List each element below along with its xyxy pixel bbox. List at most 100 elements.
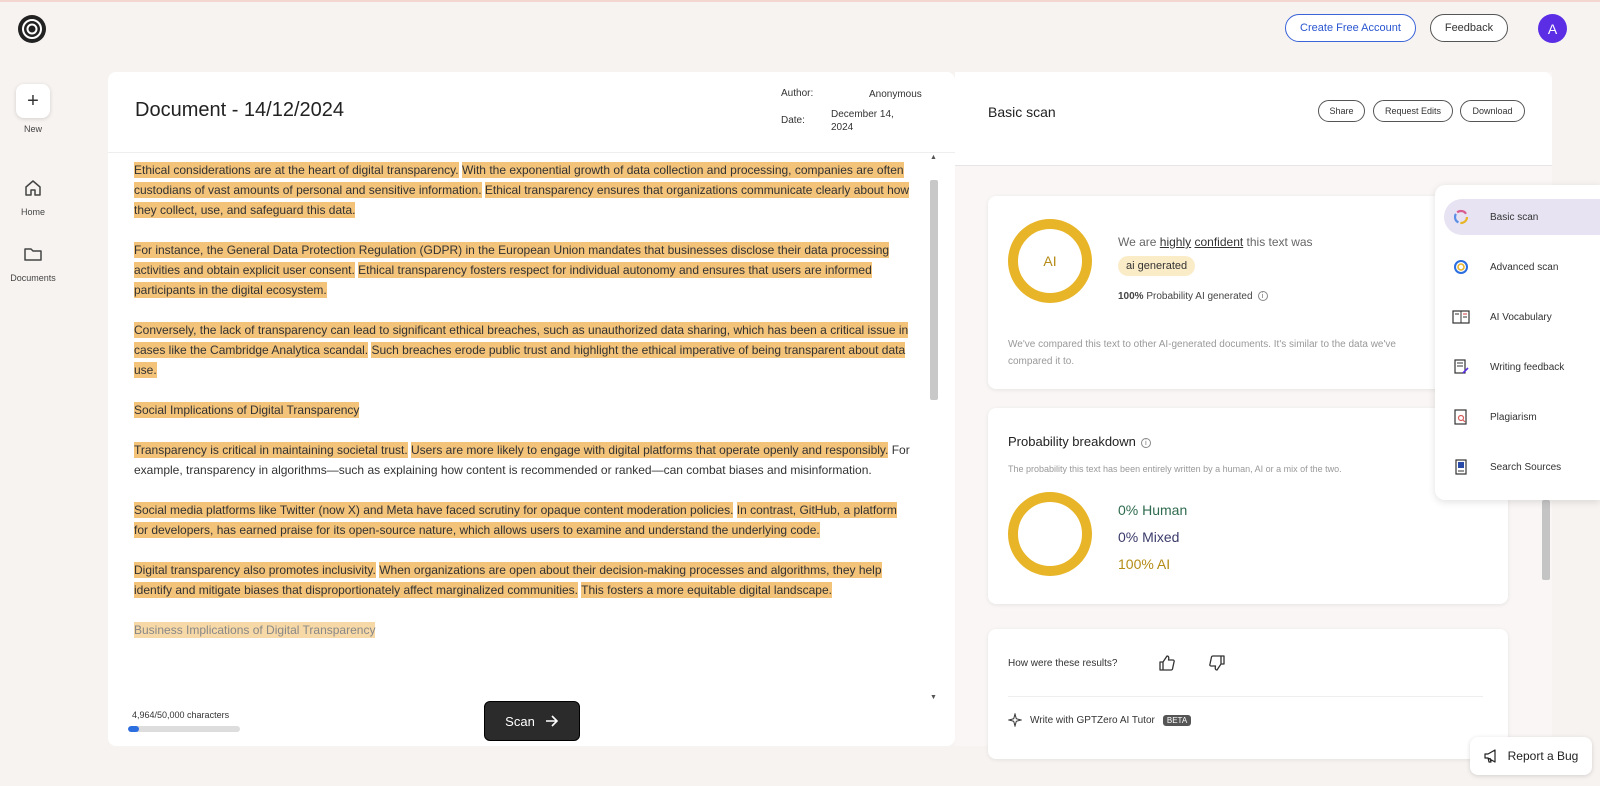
avatar[interactable]: A (1538, 14, 1567, 43)
date-value-line-1: December 14, (831, 109, 894, 120)
plagiarism-icon (1452, 408, 1470, 426)
thumbs-down-icon[interactable] (1208, 654, 1226, 672)
confidence-statement: We are highly confident this text was (1118, 235, 1313, 249)
beta-badge: BETA (1162, 714, 1192, 726)
breakdown-subtitle: The probability this text has been entir… (1008, 464, 1342, 474)
tool-label: Writing feedback (1490, 361, 1565, 373)
tool-label: Basic scan (1490, 211, 1539, 223)
ai-tutor-link[interactable]: Write with GPTZero AI Tutor BETA (1008, 713, 1192, 727)
sidebar-item-documents[interactable]: Documents (3, 273, 63, 283)
document-paragraph: Social media platforms like Twitter (now… (134, 500, 910, 540)
share-button[interactable]: Share (1318, 100, 1365, 122)
document-scrollbar-thumb[interactable] (930, 180, 938, 400)
info-icon[interactable]: i (1257, 291, 1268, 302)
tool-plagiarism[interactable]: Plagiarism (1444, 399, 1600, 435)
confidence-word-confident[interactable]: confident (1195, 235, 1244, 249)
date-label: Date: (781, 115, 805, 126)
ai-highlighted-sentence: This fosters a more equitable digital la… (581, 582, 832, 598)
thumbs-up-icon[interactable] (1158, 654, 1176, 672)
tool-label: Search Sources (1490, 461, 1562, 473)
ai-highlighted-sentence: Digital transparency also promotes inclu… (134, 562, 376, 578)
document-panel: Document - 14/12/2024 Author: Anonymous … (108, 72, 955, 746)
tool-label: Plagiarism (1490, 411, 1537, 423)
feedback-question: How were these results? (1008, 658, 1118, 669)
writing-feedback-icon (1452, 358, 1470, 376)
new-label: New (23, 124, 42, 134)
breakdown-title: Probability breakdown i (1008, 434, 1151, 449)
probability-label: Probability AI generated (1143, 291, 1253, 302)
top-accent-line (0, 0, 1600, 2)
ai-highlighted-sentence: Business Implications of Digital Transpa… (134, 622, 376, 638)
confidence-word-highly[interactable]: highly (1160, 235, 1191, 249)
download-button[interactable]: Download (1460, 100, 1525, 122)
ai-highlighted-sentence: Transparency is critical in maintaining … (134, 442, 408, 458)
author-value: Anonymous (869, 89, 922, 100)
ai-highlighted-sentence: Social Implications of Digital Transpare… (134, 402, 360, 418)
mixed-percentage: 0% Mixed (1118, 529, 1180, 545)
date-value-line-2: 2024 (831, 122, 854, 133)
megaphone-icon (1484, 749, 1496, 763)
character-count: 4,964/50,000 characters (132, 710, 230, 720)
arrow-right-icon (545, 715, 558, 727)
ring-label: AI (1043, 253, 1057, 269)
document-paragraph: Ethical considerations are at the heart … (134, 160, 910, 220)
tool-label: Advanced scan (1490, 261, 1559, 273)
divider (108, 152, 955, 153)
search-sources-icon (1452, 458, 1470, 476)
results-title: Basic scan (988, 104, 1056, 120)
scroll-down-arrow-icon[interactable]: ▼ (930, 694, 937, 701)
document-paragraph: For instance, the General Data Protectio… (134, 240, 910, 300)
scan-tools-menu: Basic scan Advanced scan AI Vocabulary W… (1435, 185, 1600, 500)
info-icon[interactable]: i (1140, 437, 1151, 448)
comparison-note: We've compared this text to other AI-gen… (1008, 339, 1396, 367)
tool-label: AI Vocabulary (1490, 311, 1552, 323)
folder-icon[interactable] (23, 244, 43, 264)
gptzero-logo-icon[interactable] (17, 14, 47, 44)
tool-ai-vocabulary[interactable]: AI Vocabulary (1444, 299, 1600, 335)
scroll-up-arrow-icon[interactable]: ▲ (930, 154, 937, 161)
author-label: Author: (781, 88, 814, 99)
scan-button[interactable]: Scan (484, 701, 580, 741)
tool-writing-feedback[interactable]: Writing feedback (1444, 349, 1600, 385)
document-paragraph: Social Implications of Digital Transpare… (134, 400, 910, 420)
document-paragraph: Conversely, the lack of transparency can… (134, 320, 910, 380)
new-document-button[interactable]: + (16, 84, 50, 118)
confidence-prefix: We are (1118, 235, 1160, 249)
plus-icon: + (27, 89, 39, 112)
request-edits-button[interactable]: Request Edits (1373, 100, 1453, 122)
divider (1008, 696, 1483, 697)
feedback-button[interactable]: Feedback (1430, 14, 1508, 42)
character-progress-fill (128, 726, 140, 732)
scan-button-label: Scan (505, 713, 535, 729)
document-paragraph: Business Implications of Digital Transpa… (134, 620, 910, 640)
ai-highlighted-sentence: Users are more likely to engage with dig… (411, 442, 889, 458)
sidebar-item-home[interactable]: Home (3, 207, 63, 217)
vocabulary-icon (1452, 308, 1470, 326)
breakdown-title-text: Probability breakdown (1008, 434, 1136, 449)
results-feedback-card: How were these results? Write with GPTZe… (988, 629, 1508, 759)
create-account-button[interactable]: Create Free Account (1285, 14, 1416, 42)
probability-breakdown-card: Probability breakdown i The probability t… (988, 408, 1508, 604)
results-scrollbar-thumb[interactable] (1542, 500, 1550, 580)
confidence-suffix: this text was (1243, 235, 1313, 249)
probability-value: 100% (1118, 291, 1144, 302)
report-bug-button[interactable]: Report a Bug (1470, 737, 1592, 775)
ai-generated-badge: ai generated (1118, 256, 1196, 276)
ai-percentage: 100% AI (1118, 556, 1171, 572)
tool-search-sources[interactable]: Search Sources (1444, 449, 1600, 485)
document-text-editor[interactable]: Ethical considerations are at the heart … (134, 160, 910, 705)
breakdown-ring (1008, 492, 1092, 576)
character-progress-bar (128, 726, 240, 732)
home-icon[interactable] (23, 178, 43, 198)
document-paragraph: Digital transparency also promotes inclu… (134, 560, 910, 600)
sparkle-icon (1008, 713, 1022, 727)
tool-advanced-scan[interactable]: Advanced scan (1444, 249, 1600, 285)
basic-scan-icon (1452, 208, 1470, 226)
tool-basic-scan[interactable]: Basic scan (1444, 199, 1600, 235)
probability-line: 100% Probability AI generated i (1118, 291, 1268, 302)
ai-highlighted-sentence: Ethical considerations are at the heart … (134, 162, 459, 178)
document-paragraph: Transparency is critical in maintaining … (134, 440, 910, 480)
document-title[interactable]: Document - 14/12/2024 (135, 99, 344, 122)
ai-highlighted-sentence: Social media platforms like Twitter (now… (134, 502, 734, 518)
confidence-card: AI We are highly confident this text was… (988, 196, 1508, 389)
